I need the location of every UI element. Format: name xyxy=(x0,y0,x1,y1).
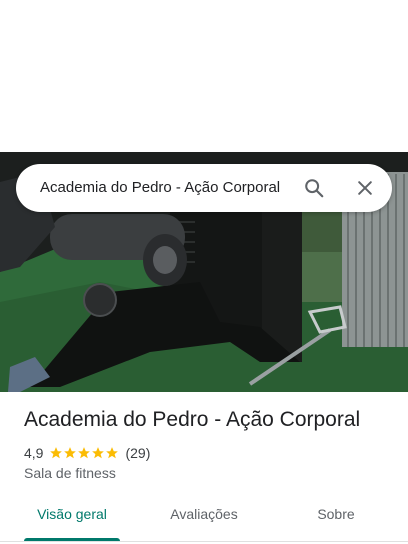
tab-overview[interactable]: Visão geral xyxy=(24,500,120,528)
search-input[interactable]: Academia do Pedro - Ação Corporal xyxy=(40,164,304,212)
tab-about[interactable]: Sobre xyxy=(296,500,376,528)
place-title: Academia do Pedro - Ação Corporal xyxy=(24,408,361,431)
close-icon xyxy=(358,181,372,195)
place-category[interactable]: Sala de fitness xyxy=(24,465,116,481)
tab-reviews[interactable]: Avaliações xyxy=(156,500,252,528)
search-button[interactable] xyxy=(302,176,326,200)
tabs-divider xyxy=(0,541,408,542)
rating-value: 4,9 xyxy=(24,445,44,461)
star-icon xyxy=(106,447,119,459)
star-icon xyxy=(50,447,63,459)
star-icon xyxy=(92,447,105,459)
search-icon xyxy=(305,179,324,198)
close-button[interactable] xyxy=(353,176,377,200)
review-count[interactable]: (29) xyxy=(125,445,150,461)
place-tabs: Visão geral Avaliações Sobre xyxy=(0,500,408,544)
search-bar[interactable]: Academia do Pedro - Ação Corporal xyxy=(16,164,392,212)
star-icon xyxy=(78,447,91,459)
rating-stars xyxy=(49,446,119,460)
rating-row[interactable]: 4,9 (29) xyxy=(24,444,150,462)
star-icon xyxy=(64,447,77,459)
